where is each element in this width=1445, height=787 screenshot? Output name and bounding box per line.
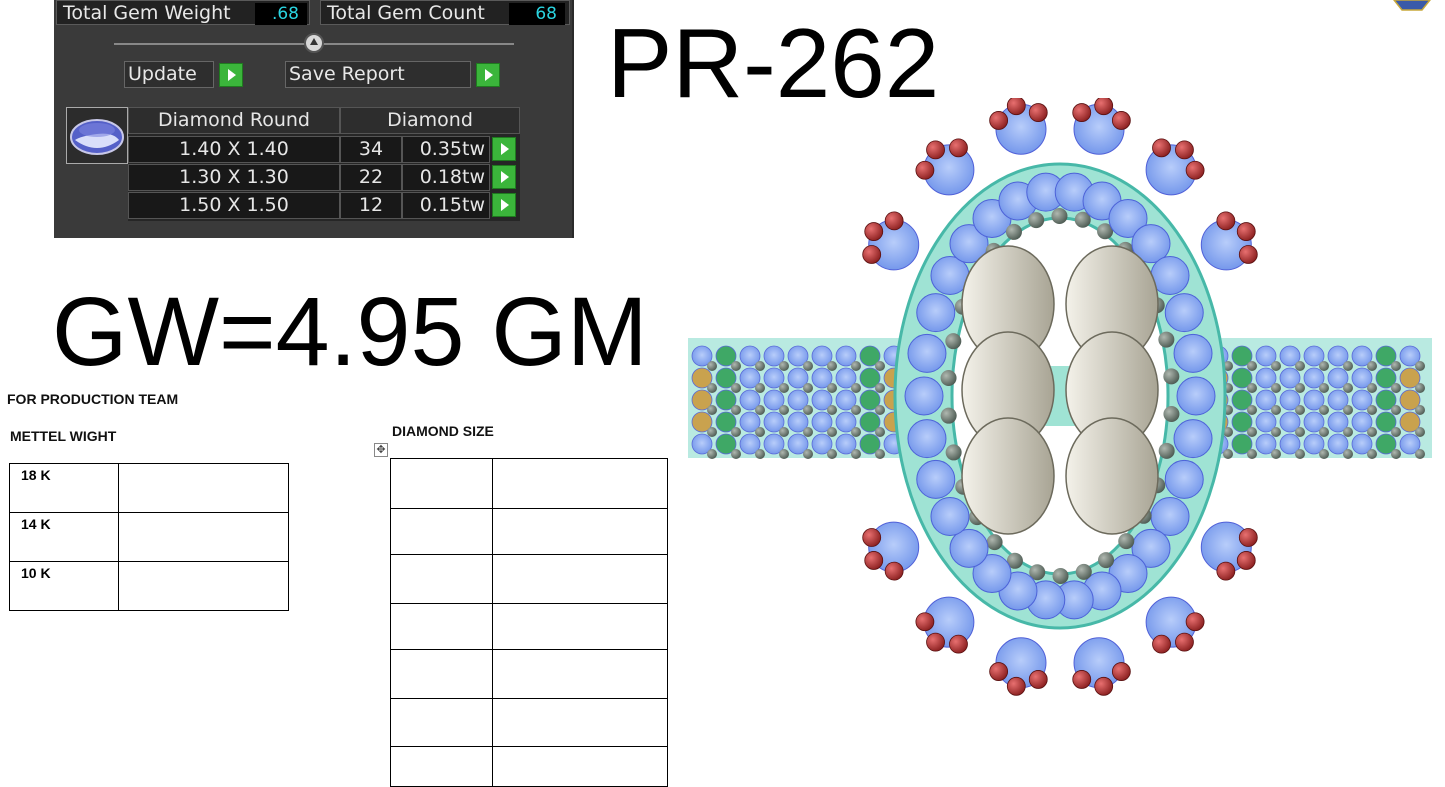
row-1-weight: 0.35tw: [402, 136, 490, 163]
table-row: 14 K: [9, 512, 289, 562]
table-cell[interactable]: [390, 746, 493, 787]
save-report-go-icon[interactable]: [476, 63, 500, 87]
table-cell[interactable]: [492, 603, 668, 650]
table-cell[interactable]: [492, 458, 668, 509]
row-2-go-icon[interactable]: [492, 165, 516, 189]
table-cell[interactable]: [390, 603, 493, 650]
karat-cell: 14 K: [9, 512, 119, 562]
table-cell[interactable]: [492, 649, 668, 699]
row-1-count: 34: [340, 136, 402, 163]
save-report-button[interactable]: Save Report: [285, 61, 471, 88]
row-3-size: 1.50 X 1.50: [128, 192, 340, 219]
karat-cell: 10 K: [9, 561, 119, 611]
table-row: [390, 554, 668, 604]
round-diamond-icon: [70, 119, 124, 155]
row-2-size: 1.30 X 1.30: [128, 164, 340, 191]
table-row: 18 K: [9, 463, 289, 513]
table-row: [390, 649, 668, 699]
row-3-go-icon[interactable]: [492, 193, 516, 217]
diamond-size-table: [390, 458, 668, 787]
gem-thumbnail[interactable]: [66, 107, 128, 164]
table-cell[interactable]: [390, 508, 493, 555]
production-heading: FOR PRODUCTION TEAM: [7, 391, 179, 407]
total-gem-weight-label: Total Gem Weight: [63, 2, 231, 24]
gem-table: Diamond Round Diamond 1.40 X 1.40 34 0.3…: [128, 107, 520, 221]
update-button[interactable]: Update: [124, 61, 214, 88]
weight-cell[interactable]: [118, 512, 289, 562]
ring-render-image: [688, 98, 1432, 696]
row-3-count: 12: [340, 192, 402, 219]
update-button-label: Update: [128, 63, 197, 85]
table-row: 10 K: [9, 561, 289, 611]
row-2-weight: 0.18tw: [402, 164, 490, 191]
total-gem-count-label: Total Gem Count: [327, 2, 485, 24]
table-cell[interactable]: [492, 508, 668, 555]
table-cell[interactable]: [390, 458, 493, 509]
ring-drawing: [688, 98, 1432, 696]
header-diamond: Diamond: [340, 107, 520, 134]
save-report-button-label: Save Report: [289, 63, 405, 85]
table-row: [390, 508, 668, 555]
total-gem-count-value: 68: [509, 3, 565, 25]
row-3-weight: 0.15tw: [402, 192, 490, 219]
row-2-count: 22: [340, 164, 402, 191]
header-diamond-round: Diamond Round: [128, 107, 340, 134]
table-row: [390, 603, 668, 650]
total-gem-weight-field: Total Gem Weight .68: [56, 0, 310, 25]
table-move-handle-icon[interactable]: ✥: [374, 443, 388, 457]
table-cell[interactable]: [390, 554, 493, 604]
weight-cell[interactable]: [118, 463, 289, 513]
diamond-size-label: DIAMOND SIZE: [392, 423, 494, 439]
table-cell[interactable]: [390, 649, 493, 699]
table-cell[interactable]: [390, 698, 493, 747]
table-cell[interactable]: [492, 698, 668, 747]
table-cell[interactable]: [492, 746, 668, 787]
weight-cell[interactable]: [118, 561, 289, 611]
update-go-icon[interactable]: [219, 63, 243, 87]
table-row: [390, 746, 668, 787]
table-row: [390, 458, 668, 509]
gross-weight-text: GW=4.95 GM: [52, 277, 648, 386]
table-cell[interactable]: [492, 554, 668, 604]
slider-handle[interactable]: [304, 33, 324, 53]
total-gem-weight-value: .68: [255, 3, 307, 25]
karat-cell: 18 K: [9, 463, 119, 513]
metal-weight-label: METTEL WIGHT: [10, 428, 117, 444]
logo-icon: [1393, 0, 1431, 11]
gem-report-panel: Total Gem Weight .68 Total Gem Count 68 …: [54, 0, 574, 238]
row-1-go-icon[interactable]: [492, 137, 516, 161]
table-row: [390, 698, 668, 747]
row-1-size: 1.40 X 1.40: [128, 136, 340, 163]
total-gem-count-field: Total Gem Count 68: [320, 0, 570, 25]
metal-weight-table: 18 K 14 K 10 K: [9, 463, 289, 611]
